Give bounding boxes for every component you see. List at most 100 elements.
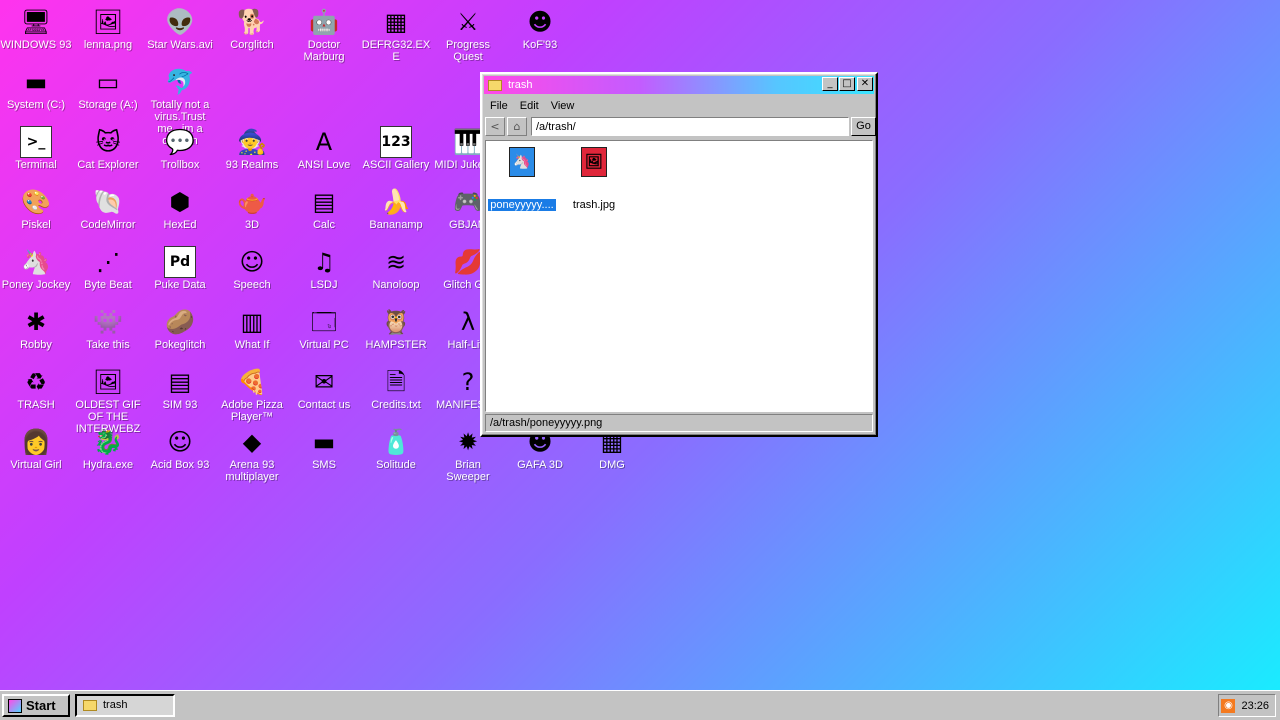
system-tray: ◉ 23:26: [1218, 694, 1276, 717]
menu-edit[interactable]: Edit: [520, 97, 539, 115]
desktop-icon[interactable]: ♻ TRASH: [0, 362, 72, 420]
desktop-icon[interactable]: 🦉 HAMPSTER: [360, 302, 432, 360]
desktop-icon-label: Hydra.exe: [82, 459, 134, 471]
text-file-icon: 🗎: [386, 368, 406, 396]
file-item[interactable]: 🦄 poneyyyyy....: [486, 147, 558, 216]
desktop-icon[interactable]: 🤖 Doctor Marburg: [288, 2, 360, 63]
character-icon: 👾: [93, 308, 123, 336]
desktop-icon[interactable]: 🦄 Poney Jockey: [0, 242, 72, 300]
desktop-icon[interactable]: ▤ SIM 93: [144, 362, 216, 420]
desktop-icon[interactable]: 🍌 Bananamp: [360, 182, 432, 240]
chat-icon: 💬: [165, 128, 195, 156]
pizza-icon: 🍕: [237, 368, 267, 396]
desktop-icon[interactable]: 🖥 WINDOWS 93: [0, 2, 72, 60]
desktop-icon[interactable]: 🖼 OLDEST GIF OF THE INTERWEBZ: [72, 362, 144, 435]
desktop-icon[interactable]: ≋ Nanoloop: [360, 242, 432, 300]
contact-icon: ✉: [313, 368, 335, 396]
desktop-icon[interactable]: ▬ SMS: [288, 422, 360, 480]
desktop-icon[interactable]: 💬 Trollbox: [144, 122, 216, 180]
folder-icon: [83, 700, 97, 711]
window-titlebar[interactable]: trash _ □ ✕: [484, 76, 874, 94]
drive-c-icon: ▬: [24, 68, 48, 96]
taskbar-item-trash[interactable]: trash: [75, 694, 175, 717]
realms-icon: 🧙: [237, 128, 267, 156]
desktop-icon[interactable]: ✱ Robby: [0, 302, 72, 360]
hydra-icon: 🐉: [93, 428, 123, 456]
cat-globe-icon: 🐱: [95, 128, 121, 156]
desktop-icon[interactable]: ▤ Calc: [288, 182, 360, 240]
back-button[interactable]: <: [485, 117, 505, 136]
image-file-icon: 🖼: [581, 147, 607, 177]
desktop-icon[interactable]: 🍕 Adobe Pizza Player™: [216, 362, 288, 423]
desktop-icon-label: ASCII Gallery: [362, 159, 430, 171]
desktop-icon-label: DMG: [599, 459, 625, 471]
desktop-icon[interactable]: ▦ DEFRG32.EXE: [360, 2, 432, 63]
desktop-icon-label: KoF'93: [522, 39, 558, 51]
trash-window[interactable]: trash _ □ ✕ File Edit View < ⌂ Go 🦄 poney…: [480, 72, 878, 437]
desktop-icon[interactable]: 🗔 Virtual PC: [288, 302, 360, 360]
desktop-icon-label: Progress Quest: [445, 39, 491, 63]
desktop-icon[interactable]: A ANSI Love: [288, 122, 360, 180]
bottle-icon: 🧴: [381, 428, 411, 456]
desktop-icon[interactable]: ♫ LSDJ: [288, 242, 360, 300]
desktop-icon[interactable]: ☺ Acid Box 93: [144, 422, 216, 480]
desktop-icon-label: Credits.txt: [371, 399, 421, 411]
go-button[interactable]: Go: [851, 117, 876, 136]
desktop-icon[interactable]: 👾 Take this: [72, 302, 144, 360]
file-area[interactable]: 🦄 poneyyyyy.... 🖼 trash.jpg: [485, 140, 873, 412]
gif-icon: 🖼: [92, 368, 124, 396]
desktop-icon[interactable]: ▬ System (C:): [0, 62, 72, 120]
recycle-bin-icon: ♻: [25, 368, 47, 396]
menu-file[interactable]: File: [490, 97, 508, 115]
matrix-icon: ▥: [240, 308, 264, 336]
fighter-icon: ☻: [527, 8, 553, 36]
home-button[interactable]: ⌂: [507, 117, 527, 136]
desktop-icon[interactable]: 👽 Star Wars.avi: [144, 2, 216, 60]
desktop-icon[interactable]: 👩 Virtual Girl: [0, 422, 72, 480]
close-button[interactable]: ✕: [857, 77, 873, 91]
desktop-icon[interactable]: ☻ KoF'93: [504, 2, 576, 60]
desktop-icon[interactable]: 🐱 Cat Explorer: [72, 122, 144, 180]
desktop-icon-label: WINDOWS 93: [0, 39, 72, 51]
desktop-icon-label: Storage (A:): [78, 99, 138, 111]
desktop-icon[interactable]: Pd Puke Data: [144, 242, 216, 300]
desktop-icon[interactable]: 🗎 Credits.txt: [360, 362, 432, 420]
desktop-icon-label: Pokeglitch: [154, 339, 206, 351]
desktop-icon[interactable]: 🎨 Piskel: [0, 182, 72, 240]
terminal-icon: >_: [20, 126, 52, 158]
desktop-icon[interactable]: 🧴 Solitude: [360, 422, 432, 480]
desktop-icon[interactable]: 123 ASCII Gallery: [360, 122, 432, 180]
desktop-icon[interactable]: ▥ What If: [216, 302, 288, 360]
desktop-icon[interactable]: 🐉 Hydra.exe: [72, 422, 144, 480]
owl-icon: 🦉: [381, 308, 411, 336]
desktop-icon[interactable]: 🖼 lenna.png: [72, 2, 144, 60]
yoda-icon: 👽: [165, 8, 195, 36]
desktop-icon-label: Robby: [20, 339, 52, 351]
desktop-icon[interactable]: >_ Terminal: [0, 122, 72, 180]
desktop-icon[interactable]: 🥔 Pokeglitch: [144, 302, 216, 360]
desktop-icon[interactable]: 🧙 93 Realms: [216, 122, 288, 180]
image-file-icon: 🖼: [92, 8, 124, 36]
desktop-icon[interactable]: ☺ Speech: [216, 242, 288, 300]
desktop-icon[interactable]: 🐚 CodeMirror: [72, 182, 144, 240]
desktop-icon[interactable]: ⚔ Progress Quest: [432, 2, 504, 63]
address-input[interactable]: [531, 117, 849, 136]
desktop-icon[interactable]: ⬢ HexEd: [144, 182, 216, 240]
desktop-icon[interactable]: 🐕 Corglitch: [216, 2, 288, 60]
maximize-button[interactable]: □: [839, 77, 855, 91]
desktop-icon[interactable]: 🐬 Totally not a virus.Trust me...im a dol…: [144, 62, 216, 147]
file-item[interactable]: 🖼 trash.jpg: [558, 147, 630, 216]
minimize-button[interactable]: _: [822, 77, 838, 91]
taskbar-item-label: trash: [103, 699, 128, 711]
start-button[interactable]: Start: [2, 694, 70, 717]
rss-icon[interactable]: ◉: [1221, 698, 1236, 713]
desktop-icon[interactable]: ⋰ Byte Beat: [72, 242, 144, 300]
desktop-icon[interactable]: ▭ Storage (A:): [72, 62, 144, 120]
desktop-icon[interactable]: ✉ Contact us: [288, 362, 360, 420]
menu-view[interactable]: View: [551, 97, 575, 115]
desktop-icon-label: System (C:): [6, 99, 66, 111]
defrag-icon: ▦: [384, 8, 408, 36]
desktop-icon-label: Corglitch: [230, 39, 274, 51]
desktop-icon[interactable]: 🫖 3D: [216, 182, 288, 240]
desktop-icon[interactable]: ◆ Arena 93 multiplayer: [216, 422, 288, 483]
